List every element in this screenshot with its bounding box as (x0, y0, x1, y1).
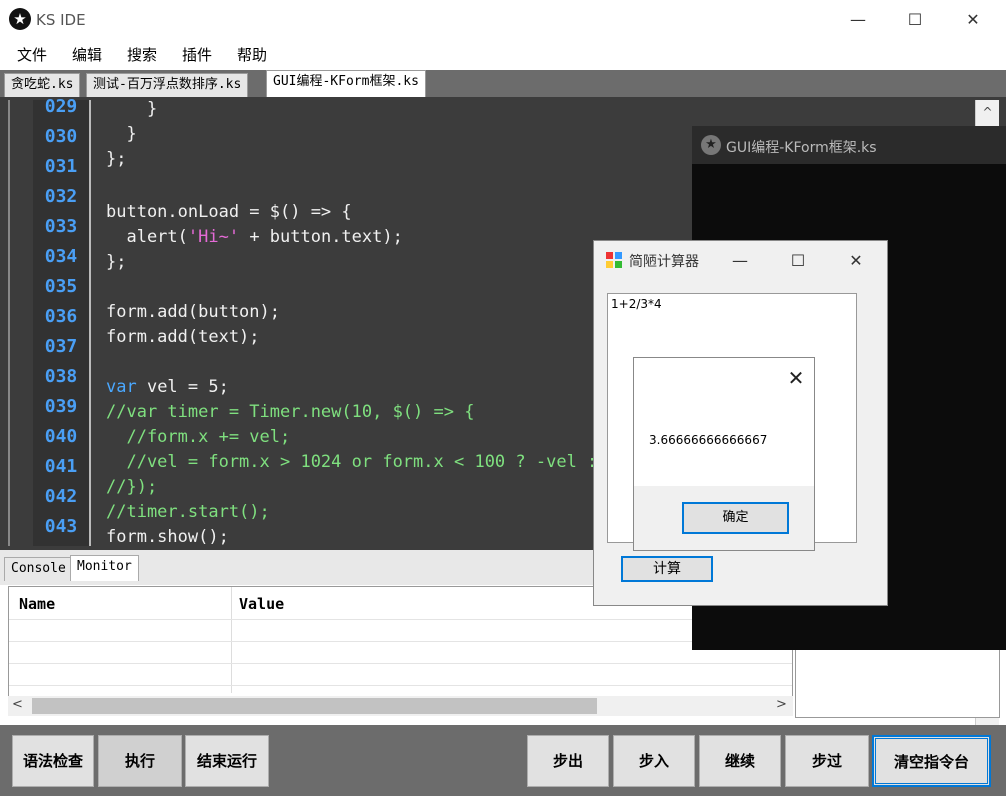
step-out-button[interactable]: 步出 (527, 735, 609, 787)
code-line: } (106, 124, 137, 144)
code-line: //timer.start(); (106, 502, 270, 522)
code-line: button.onLoad = $() => { (106, 202, 352, 222)
line-number: 038 (44, 366, 78, 387)
compute-button[interactable]: 计算 (621, 556, 713, 582)
table-row (9, 685, 792, 686)
column-header-name[interactable]: Name (19, 595, 55, 613)
app-logo-icon: ★ (9, 8, 31, 30)
title-bar: ★ KS IDE — ☐ ✕ (0, 0, 1006, 40)
table-row (9, 619, 792, 620)
stop-button[interactable]: 结束运行 (185, 735, 269, 787)
calculator-app-icon (606, 252, 622, 268)
tab-snake[interactable]: 贪吃蛇.ks (4, 73, 81, 97)
line-number: 034 (44, 246, 78, 267)
line-number: 036 (44, 306, 78, 327)
code-line: //var timer = Timer.new(10, $() => { (106, 402, 475, 422)
code-line: form.add(button); (106, 302, 280, 322)
code-line: }; (106, 149, 127, 169)
window-title: KS IDE (36, 11, 86, 29)
table-row (9, 663, 792, 664)
line-number: 031 (44, 156, 78, 177)
code-line: //}); (106, 477, 158, 497)
minimize-button[interactable]: — (829, 0, 887, 40)
action-bar: 语法检查 执行 结束运行 步出 步入 继续 步过 清空指令台 (0, 725, 1006, 796)
line-number: 030 (44, 126, 78, 147)
menu-bar: 文件 编辑 搜索 插件 帮助 (0, 40, 1006, 70)
table-horizontal-scrollbar[interactable]: < > (8, 696, 793, 716)
ok-button[interactable]: 确定 (682, 502, 789, 534)
run-button[interactable]: 执行 (98, 735, 182, 787)
column-divider (231, 587, 232, 693)
menu-search[interactable]: 搜索 (127, 40, 157, 70)
scroll-left-icon[interactable]: < (12, 697, 23, 712)
tab-console[interactable]: Console (4, 557, 73, 581)
output-window-logo-icon: ★ (701, 135, 721, 155)
line-number: 041 (44, 456, 78, 477)
line-number: 042 (44, 486, 78, 507)
menu-file[interactable]: 文件 (17, 40, 47, 70)
line-number: 039 (44, 396, 78, 417)
output-window-title: GUI编程-KForm框架.ks (726, 140, 877, 156)
calculator-maximize-button[interactable]: ☐ (778, 247, 818, 275)
message-close-icon[interactable]: ✕ (784, 366, 808, 390)
line-number: 040 (44, 426, 78, 447)
line-number: 037 (44, 336, 78, 357)
table-row (9, 641, 792, 642)
file-tab-bar: 贪吃蛇.ks 测试-百万浮点数排序.ks GUI编程-KForm框架.ks (0, 70, 1006, 97)
line-number: 043 (44, 516, 78, 537)
scroll-thumb[interactable] (32, 698, 597, 714)
tab-float-sort[interactable]: 测试-百万浮点数排序.ks (86, 73, 249, 97)
result-text: 3.66666666666667 (649, 433, 768, 447)
calculator-close-button[interactable]: ✕ (836, 247, 876, 275)
scroll-right-icon[interactable]: > (776, 697, 787, 712)
calculator-title: 简陋计算器 (629, 254, 699, 270)
code-line: }; (106, 252, 127, 272)
step-over-button[interactable]: 步过 (785, 735, 869, 787)
output-window-title-bar[interactable]: ★ GUI编程-KForm框架.ks (692, 126, 1006, 164)
line-numbers: 029 030 031 032 033 034 035 036 037 038 … (33, 96, 91, 546)
menu-help[interactable]: 帮助 (237, 40, 267, 70)
close-button[interactable]: ✕ (944, 0, 1002, 40)
line-number: 029 (44, 96, 78, 117)
code-line: form.add(text); (106, 327, 260, 347)
line-number: 035 (44, 276, 78, 297)
code-line: //vel = form.x > 1024 or form.x < 100 ? … (106, 452, 649, 472)
menu-edit[interactable]: 编辑 (72, 40, 102, 70)
menu-plugins[interactable]: 插件 (182, 40, 212, 70)
code-line: } (106, 100, 158, 119)
code-line: form.show(); (106, 527, 229, 546)
maximize-button[interactable]: ☐ (886, 0, 944, 40)
tab-monitor[interactable]: Monitor (70, 555, 139, 581)
calculator-minimize-button[interactable]: — (720, 247, 760, 275)
line-number: 033 (44, 216, 78, 237)
tab-kform[interactable]: GUI编程-KForm框架.ks (266, 70, 426, 97)
clear-console-button[interactable]: 清空指令台 (872, 735, 991, 787)
column-header-value[interactable]: Value (239, 595, 284, 613)
continue-button[interactable]: 继续 (699, 735, 781, 787)
result-message-box: ✕ 3.66666666666667 确定 (633, 357, 815, 551)
editor-gutter (8, 100, 33, 546)
scroll-up-icon[interactable]: ^ (976, 100, 999, 124)
message-footer: 确定 (634, 486, 814, 550)
line-number: 032 (44, 186, 78, 207)
syntax-check-button[interactable]: 语法检查 (12, 735, 94, 787)
step-in-button[interactable]: 步入 (613, 735, 695, 787)
code-line: var vel = 5; (106, 377, 229, 397)
code-line: alert('Hi~' + button.text); (106, 227, 403, 247)
code-line: //form.x += vel; (106, 427, 291, 447)
